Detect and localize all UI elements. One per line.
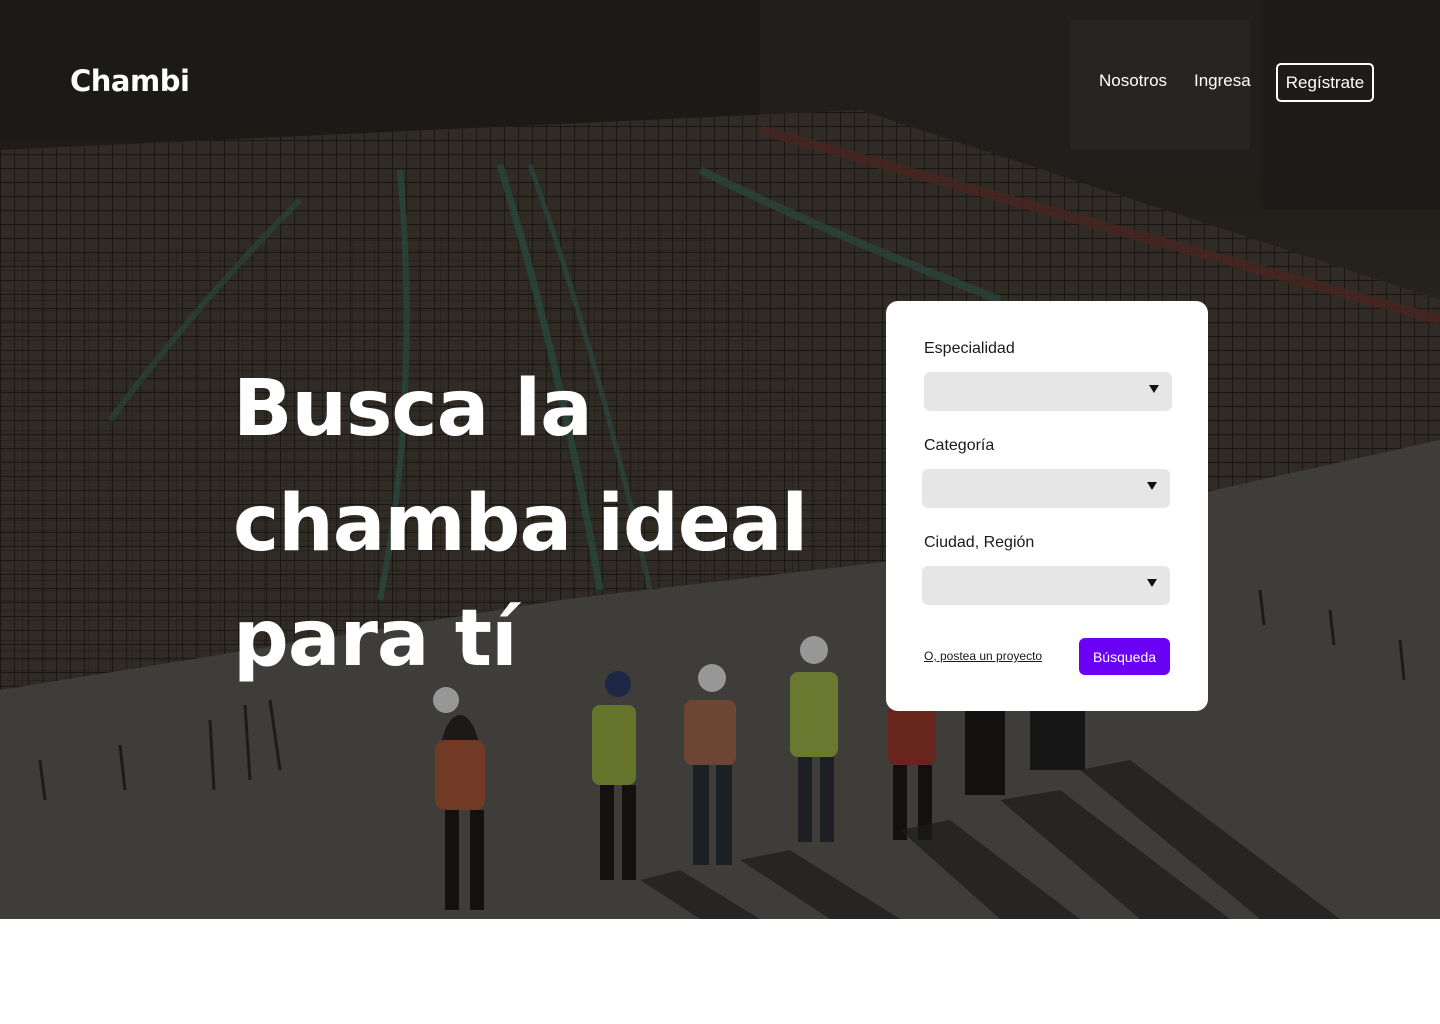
caret-down-icon [1149, 385, 1159, 393]
hero-headline: Busca la chamba ideal para tí [233, 352, 833, 697]
specialty-label: Especialidad [924, 340, 1015, 357]
category-label: Categoría [924, 437, 995, 454]
hero-section: Chambi Nosotros Ingresa Regístrate Busca… [0, 0, 1440, 919]
hero-headline-line-3: para tí [233, 594, 518, 684]
search-button[interactable]: Búsqueda [1079, 638, 1170, 675]
logo[interactable]: Chambi [70, 64, 190, 98]
location-select[interactable] [922, 566, 1170, 605]
location-label: Ciudad, Región [924, 534, 1035, 551]
hero-headline-line-2: chamba ideal [233, 479, 808, 569]
hero-headline-line-1: Busca la [233, 364, 593, 454]
search-card: Especialidad Categoría Ciudad, Región O,… [886, 301, 1208, 711]
caret-down-icon [1147, 579, 1157, 587]
register-button[interactable]: Regístrate [1276, 63, 1374, 102]
post-project-link[interactable]: O, postea un proyecto [924, 649, 1042, 663]
category-select[interactable] [922, 469, 1170, 508]
nav-link-ingresa[interactable]: Ingresa [1194, 71, 1251, 91]
nav-link-nosotros[interactable]: Nosotros [1099, 71, 1167, 91]
specialty-select[interactable] [924, 372, 1172, 411]
caret-down-icon [1147, 482, 1157, 490]
